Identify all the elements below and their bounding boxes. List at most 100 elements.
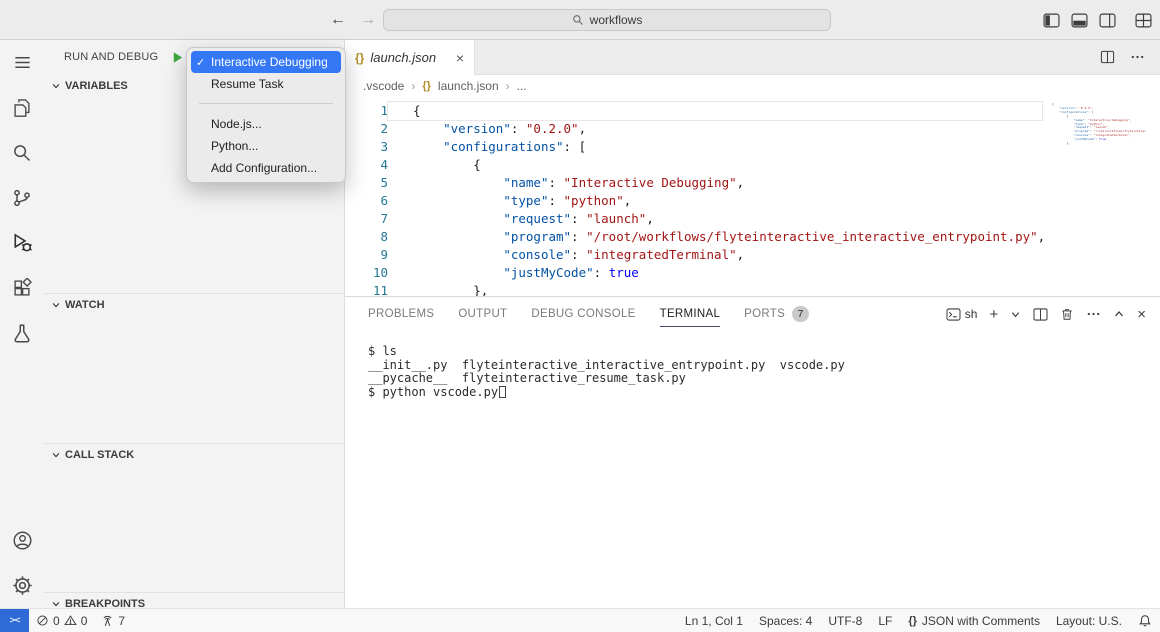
code-line-8[interactable]: 8 "program": "/root/workflows/flyteinter… bbox=[345, 228, 1160, 246]
ports-count: 7 bbox=[118, 614, 125, 628]
breadcrumb-item-symbol[interactable]: ... bbox=[517, 79, 527, 93]
code-line-1[interactable]: 1{ bbox=[345, 102, 1160, 120]
problems-status[interactable]: 0 0 bbox=[29, 609, 94, 632]
menu-separator bbox=[199, 103, 333, 104]
panel-tab-debug-console[interactable]: DEBUG CONSOLE bbox=[531, 297, 635, 331]
sidebar-section-breakpoints[interactable]: BREAKPOINTS bbox=[44, 592, 345, 608]
search-view-icon[interactable] bbox=[0, 130, 44, 175]
line-number: 10 bbox=[345, 264, 388, 282]
customize-layout-icon[interactable] bbox=[1135, 13, 1152, 28]
menu-item-python[interactable]: Python... bbox=[191, 135, 341, 157]
layout-controls bbox=[1043, 0, 1152, 40]
tab-launch-json[interactable]: {} launch.json × bbox=[345, 40, 475, 75]
terminal-line: __pycache__ flyteinteractive_resume_task… bbox=[368, 372, 1160, 386]
terminal-profile-select[interactable]: sh bbox=[946, 307, 978, 321]
code-line-9[interactable]: 9 "console": "integratedTerminal", bbox=[345, 246, 1160, 264]
activity-bar-spacer bbox=[0, 355, 44, 518]
testing-icon[interactable] bbox=[0, 310, 44, 355]
more-actions-icon[interactable] bbox=[1130, 50, 1145, 64]
menu-item-node-js[interactable]: Node.js... bbox=[191, 113, 341, 135]
sidebar-section-watch[interactable]: WATCH bbox=[44, 293, 345, 315]
notifications-bell-icon[interactable] bbox=[1130, 609, 1160, 632]
line-number: 2 bbox=[345, 120, 388, 138]
back-button[interactable]: ← bbox=[330, 11, 346, 29]
menu-item-label: Interactive Debugging bbox=[211, 55, 328, 69]
line-number: 4 bbox=[345, 156, 388, 174]
panel-tab-problems[interactable]: PROBLEMS bbox=[368, 297, 434, 331]
errors-count: 0 bbox=[53, 614, 60, 628]
check-icon: ✓ bbox=[196, 56, 211, 69]
panel-actions: sh + × bbox=[946, 307, 1146, 322]
menu-icon[interactable] bbox=[0, 40, 44, 85]
code-line-6[interactable]: 6 "type": "python", bbox=[345, 192, 1160, 210]
terminal-line: $ python vscode.py bbox=[368, 386, 1160, 400]
panel-tab-label: PORTS bbox=[744, 308, 785, 320]
code-editor[interactable]: 1{2 "version": "0.2.0",3 "configurations… bbox=[345, 97, 1160, 296]
cursor-position-status[interactable]: Ln 1, Col 1 bbox=[677, 609, 751, 632]
section-label: VARIABLES bbox=[65, 80, 128, 92]
panel-tab-ports[interactable]: PORTS 7 bbox=[744, 297, 809, 331]
language-mode-status[interactable]: {} JSON with Comments bbox=[900, 609, 1048, 632]
extensions-icon[interactable] bbox=[0, 265, 44, 310]
split-terminal-icon[interactable] bbox=[1033, 308, 1048, 321]
explorer-icon[interactable] bbox=[0, 85, 44, 130]
code-text: "request": "launch", bbox=[388, 210, 1042, 228]
new-terminal-icon[interactable]: + bbox=[989, 307, 998, 322]
code-line-3[interactable]: 3 "configurations": [ bbox=[345, 138, 1160, 156]
close-panel-icon[interactable]: × bbox=[1137, 307, 1146, 322]
status-bar-right: Ln 1, Col 1 Spaces: 4 UTF-8 LF {} JSON w… bbox=[677, 609, 1160, 632]
code-line-10[interactable]: 10 "justMyCode": true bbox=[345, 264, 1160, 282]
panel-tab-output[interactable]: OUTPUT bbox=[458, 297, 507, 331]
breadcrumb-item-vscode[interactable]: .vscode bbox=[363, 79, 404, 93]
panel-right-icon[interactable] bbox=[1099, 13, 1116, 28]
terminal-output[interactable]: $ ls__init__.py flyteinteractive_interac… bbox=[345, 331, 1160, 399]
editor-tab-bar: {} launch.json × bbox=[345, 40, 1160, 75]
forward-button[interactable]: → bbox=[360, 11, 376, 29]
sidebar-section-call-stack[interactable]: CALL STACK bbox=[44, 443, 345, 465]
code-line-5[interactable]: 5 "name": "Interactive Debugging", bbox=[345, 174, 1160, 192]
chevron-down-icon bbox=[51, 300, 61, 310]
minimap[interactable]: { "version": "0.2.0", "configurations": … bbox=[1052, 103, 1146, 146]
sidebar-title: RUN AND DEBUG bbox=[64, 51, 158, 63]
close-tab-icon[interactable]: × bbox=[456, 50, 464, 66]
remote-indicator[interactable]: >< bbox=[0, 609, 29, 632]
forwarded-ports-status[interactable]: 7 bbox=[94, 609, 132, 632]
kill-terminal-trash-icon[interactable] bbox=[1060, 307, 1074, 321]
menu-item-add-configuration[interactable]: Add Configuration... bbox=[191, 157, 341, 179]
terminal-line: __init__.py flyteinteractive_interactive… bbox=[368, 359, 1160, 373]
command-center-search[interactable]: workflows bbox=[383, 9, 831, 31]
code-line-7[interactable]: 7 "request": "launch", bbox=[345, 210, 1160, 228]
breadcrumb-item-launch-json[interactable]: launch.json bbox=[438, 79, 499, 93]
line-number: 9 bbox=[345, 246, 388, 264]
panel-left-icon[interactable] bbox=[1043, 13, 1060, 28]
settings-gear-icon[interactable] bbox=[0, 563, 44, 608]
keyboard-layout-status[interactable]: Layout: U.S. bbox=[1048, 609, 1130, 632]
ports-badge: 7 bbox=[792, 306, 809, 322]
line-number: 1 bbox=[345, 102, 388, 120]
minimap-line: }, bbox=[1052, 142, 1146, 146]
source-control-icon[interactable] bbox=[0, 175, 44, 220]
menu-item-label: Node.js... bbox=[211, 117, 262, 131]
panel-more-actions-icon[interactable] bbox=[1086, 307, 1101, 321]
run-and-debug-icon[interactable] bbox=[0, 220, 44, 265]
breadcrumb: .vscode › {} launch.json › ... bbox=[345, 75, 1160, 97]
maximize-panel-icon[interactable] bbox=[1113, 308, 1125, 320]
panel-tab-terminal[interactable]: TERMINAL bbox=[660, 297, 721, 331]
code-line-11[interactable]: 11 }, bbox=[345, 282, 1160, 296]
section-label: BREAKPOINTS bbox=[65, 598, 145, 609]
launch-profile-chevron-icon[interactable] bbox=[1010, 309, 1021, 320]
encoding-status[interactable]: UTF-8 bbox=[820, 609, 870, 632]
panel-bottom-icon[interactable] bbox=[1071, 13, 1088, 28]
code-line-4[interactable]: 4 { bbox=[345, 156, 1160, 174]
split-editor-icon[interactable] bbox=[1100, 50, 1115, 64]
indentation-status[interactable]: Spaces: 4 bbox=[751, 609, 820, 632]
code-line-2[interactable]: 2 "version": "0.2.0", bbox=[345, 120, 1160, 138]
account-icon[interactable] bbox=[0, 518, 44, 563]
panel-header: PROBLEMS OUTPUT DEBUG CONSOLE TERMINAL PORTS… bbox=[345, 297, 1160, 331]
line-number: 11 bbox=[345, 282, 388, 296]
start-debugging-button[interactable] bbox=[168, 48, 186, 66]
eol-status[interactable]: LF bbox=[870, 609, 900, 632]
line-number: 8 bbox=[345, 228, 388, 246]
menu-item-resume-task[interactable]: Resume Task bbox=[191, 73, 341, 95]
menu-item-interactive-debugging[interactable]: ✓Interactive Debugging bbox=[191, 51, 341, 73]
